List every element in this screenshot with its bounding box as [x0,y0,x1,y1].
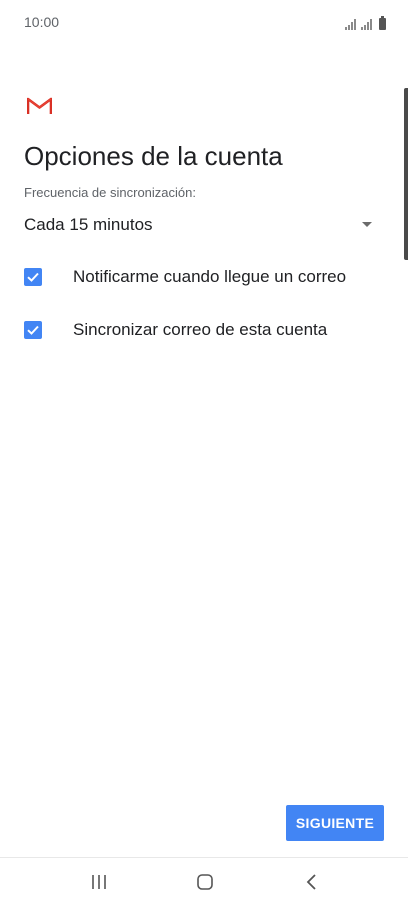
status-icons [345,14,386,30]
battery-icon [379,16,386,30]
sync-frequency-label: Frecuencia de sincronización: [24,185,196,200]
notify-new-mail-option[interactable]: Notificarme cuando llegue un correo [24,262,384,292]
account-options-screen: 10:00 Opciones de la cuenta Frecuencia d… [0,0,408,906]
status-bar: 10:00 [0,0,408,46]
status-time: 10:00 [24,14,60,30]
gmail-logo-icon [27,97,52,114]
scroll-indicator[interactable] [404,88,408,260]
back-icon[interactable] [300,870,324,894]
sync-frequency-dropdown[interactable]: Cada 15 minutos [24,208,380,242]
navigation-bar [0,857,408,906]
next-button[interactable]: SIGUIENTE [286,805,384,841]
page-title: Opciones de la cuenta [24,141,283,171]
dropdown-arrow-icon [362,222,372,227]
sync-checkbox[interactable] [24,321,42,339]
signal-icon [361,18,372,30]
checkmark-icon [27,325,39,335]
sync-frequency-value: Cada 15 minutos [24,215,153,234]
recents-icon[interactable] [87,870,111,894]
home-icon[interactable] [193,870,217,894]
notify-label: Notificarme cuando llegue un correo [73,267,347,286]
sync-mail-option[interactable]: Sincronizar correo de esta cuenta [24,315,384,345]
signal-icon [345,18,356,30]
checkmark-icon [27,272,39,282]
notify-checkbox[interactable] [24,268,42,286]
sync-label: Sincronizar correo de esta cuenta [73,320,328,339]
